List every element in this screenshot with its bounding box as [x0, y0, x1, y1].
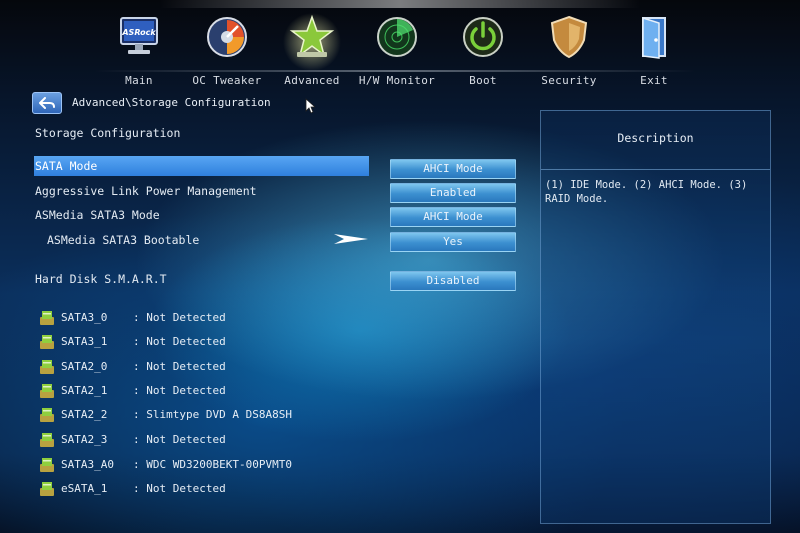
tab-boot-label: Boot [469, 74, 497, 87]
drive-icon [40, 335, 54, 349]
shield-icon [546, 14, 592, 60]
setting-hard-disk-smart[interactable]: Hard Disk S.M.A.R.T [35, 269, 167, 289]
description-panel: Description (1) IDE Mode. (2) AHCI Mode.… [540, 110, 771, 524]
star-icon [279, 12, 345, 72]
power-icon [460, 14, 506, 60]
device-status: : Not Detected [133, 311, 226, 324]
breadcrumb: Advanced\Storage Configuration [72, 96, 271, 109]
drive-icon [40, 433, 54, 447]
device-status: : Not Detected [133, 384, 226, 397]
tab-advanced-label: Advanced [284, 74, 340, 87]
tab-hw-monitor-label: H/W Monitor [358, 74, 436, 87]
door-icon [631, 14, 677, 60]
tab-oc-tweaker[interactable]: OC Tweaker [185, 14, 269, 92]
asmedia-sata3-mode-value-button[interactable]: AHCI Mode [390, 207, 516, 227]
description-text: (1) IDE Mode. (2) AHCI Mode. (3) RAID Mo… [545, 179, 748, 205]
asmedia-sata3-bootable-value-button[interactable]: Yes [390, 232, 516, 252]
tab-advanced[interactable]: Advanced [270, 12, 354, 92]
setting-aggressive-link-power[interactable]: Aggressive Link Power Management [35, 181, 257, 201]
device-port: SATA3_1 [61, 335, 108, 348]
back-button[interactable] [32, 92, 62, 114]
device-port: SATA3_0 [61, 311, 108, 324]
setting-asmedia-sata3-bootable[interactable]: ASMedia SATA3 Bootable [47, 230, 199, 250]
drive-icon [40, 360, 54, 374]
device-status: : WDC WD3200BEKT-00PVMT0 [133, 458, 292, 471]
hard-disk-smart-value-button[interactable]: Disabled [390, 271, 516, 291]
drive-icon [40, 458, 54, 472]
description-title: Description [541, 111, 770, 170]
asrock-monitor-icon: ASRock [116, 14, 162, 60]
tab-security[interactable]: Security [527, 14, 611, 92]
svg-text:ASRock: ASRock [121, 28, 156, 37]
device-status: : Not Detected [133, 335, 226, 348]
tab-divider [95, 70, 695, 72]
setting-asmedia-sata3-mode[interactable]: ASMedia SATA3 Mode [35, 205, 160, 225]
device-status: : Not Detected [133, 360, 226, 373]
tab-oc-tweaker-label: OC Tweaker [192, 74, 262, 87]
section-title: Storage Configuration [35, 126, 181, 140]
setting-sata-mode[interactable]: SATA Mode [34, 156, 369, 176]
tab-main[interactable]: ASRock Main [97, 14, 181, 92]
device-port: SATA3_A0 [61, 458, 114, 471]
drive-icon [40, 384, 54, 398]
sata-mode-value-button[interactable]: AHCI Mode [390, 159, 516, 179]
device-status: : Slimtype DVD A DS8A8SH [133, 408, 292, 421]
device-port: SATA2_2 [61, 408, 108, 421]
aggressive-link-power-value-button[interactable]: Enabled [390, 183, 516, 203]
tab-boot[interactable]: Boot [441, 14, 525, 92]
tab-exit-label: Exit [640, 74, 668, 87]
drive-icon [40, 408, 54, 422]
drive-icon [40, 482, 54, 496]
tab-hw-monitor[interactable]: H/W Monitor [355, 14, 439, 92]
oc-gauge-icon [204, 14, 250, 60]
selection-arrow-icon [334, 230, 384, 252]
tab-security-label: Security [541, 74, 597, 87]
device-port: SATA2_3 [61, 433, 108, 446]
device-status: : Not Detected [133, 482, 226, 495]
radar-icon [374, 14, 420, 60]
device-port: eSATA_1 [61, 482, 108, 495]
tab-exit[interactable]: Exit [612, 14, 696, 92]
tab-main-label: Main [125, 74, 153, 87]
device-port: SATA2_0 [61, 360, 108, 373]
top-navigation: ASRock Main OC Tweaker Advanced H/W Moni… [0, 0, 800, 95]
back-arrow-icon [39, 97, 55, 109]
mouse-pointer-icon [305, 98, 317, 118]
device-port: SATA2_1 [61, 384, 108, 397]
device-status: : Not Detected [133, 433, 226, 446]
drive-icon [40, 311, 54, 325]
